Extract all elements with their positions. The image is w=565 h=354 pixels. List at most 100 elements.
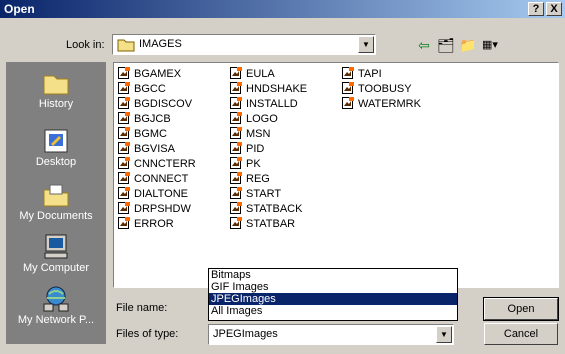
file-item[interactable]: BGDISCOV [118, 97, 196, 112]
files-of-type-label: Files of type: [116, 328, 179, 340]
file-item[interactable]: BGCC [118, 82, 196, 97]
file-name: REG [246, 173, 270, 185]
file-item[interactable]: STATBACK [230, 202, 307, 217]
places-my-documents[interactable]: My Documents [6, 180, 106, 222]
file-name: TAPI [358, 68, 382, 80]
image-file-icon [118, 217, 130, 229]
file-list[interactable]: BGAMEX BGCC BGDISCOV BGJCB BGMC BGVISA CNNCTER… [113, 62, 559, 288]
file-type-option[interactable]: All Images [209, 305, 457, 317]
file-name: BGDISCOV [134, 98, 193, 110]
up-folder-icon[interactable]: 🗂 [436, 35, 456, 55]
places-bar: History Desktop My Documents My Computer… [6, 62, 106, 344]
new-folder-icon[interactable]: 📁 [458, 35, 478, 55]
places-my-computer-label: My Computer [22, 262, 90, 274]
file-item[interactable]: INSTALLD [230, 97, 307, 112]
file-type-option[interactable]: GIF Images [209, 281, 457, 293]
close-button[interactable]: X [546, 2, 562, 16]
file-item[interactable]: START [230, 187, 307, 202]
look-in-label: Look in: [66, 39, 105, 51]
view-menu-icon[interactable]: ▦▾ [480, 35, 500, 55]
history-icon [43, 75, 69, 95]
cancel-button[interactable]: Cancel [484, 323, 558, 345]
file-item[interactable]: MSN [230, 127, 307, 142]
file-name: HNDSHAKE [246, 83, 308, 95]
file-item[interactable]: HNDSHAKE [230, 82, 307, 97]
file-name: BGJCB [134, 113, 171, 125]
image-file-icon [118, 97, 130, 109]
file-item[interactable]: BGMC [118, 127, 196, 142]
image-file-icon [230, 67, 242, 79]
places-desktop[interactable]: Desktop [6, 126, 106, 168]
file-item[interactable]: DRPSHDW [118, 202, 196, 217]
file-type-option[interactable]: JPEGImages [209, 293, 457, 305]
image-file-icon [230, 82, 242, 94]
file-name: STATBACK [246, 203, 303, 215]
help-button[interactable]: ? [528, 2, 544, 16]
file-name: BGVISA [134, 143, 175, 155]
image-file-icon [342, 82, 354, 94]
image-file-icon [342, 67, 354, 79]
file-item[interactable]: STATBAR [230, 217, 307, 232]
file-item[interactable]: EULA [230, 67, 307, 82]
open-dialog: Open ? X Look in: IMAGES ▼ ⇦ 🗂 📁 ▦▾ History… [0, 0, 565, 354]
image-file-icon [230, 127, 242, 139]
file-name: PK [246, 158, 261, 170]
file-item[interactable]: TAPI [342, 67, 421, 82]
image-file-icon [118, 112, 130, 124]
file-name: START [246, 188, 282, 200]
image-file-icon [230, 142, 242, 154]
back-icon[interactable]: ⇦ [414, 35, 434, 55]
look-in-dropdown-button[interactable]: ▼ [358, 36, 374, 53]
file-item[interactable]: PK [230, 157, 307, 172]
file-name: CNNCTERR [134, 158, 196, 170]
image-file-icon [118, 187, 130, 199]
title-bar[interactable]: Open ? X [0, 0, 565, 18]
look-in-value: IMAGES [139, 38, 182, 50]
image-file-icon [342, 97, 354, 109]
open-button[interactable]: Open [483, 297, 559, 321]
file-name: BGMC [134, 128, 167, 140]
file-type-option[interactable]: Bitmaps [209, 269, 457, 281]
places-my-computer[interactable]: My Computer [6, 232, 106, 274]
files-of-type-value: JPEGImages [213, 328, 278, 340]
file-item[interactable]: LOGO [230, 112, 307, 127]
places-desktop-label: Desktop [35, 156, 77, 168]
image-file-icon [118, 157, 130, 169]
file-item[interactable]: BGJCB [118, 112, 196, 127]
image-file-icon [118, 202, 130, 214]
places-history-label: History [38, 98, 74, 110]
file-item[interactable]: CONNECT [118, 172, 196, 187]
file-name: INSTALLD [246, 98, 298, 110]
places-my-network[interactable]: My Network P... [6, 284, 106, 326]
files-of-type-dropdown-button[interactable]: ▼ [436, 326, 452, 343]
image-file-icon [118, 172, 130, 184]
file-name: CONNECT [134, 173, 189, 185]
my-network-icon [43, 286, 69, 312]
file-name: PID [246, 143, 265, 155]
places-my-documents-label: My Documents [19, 210, 93, 222]
file-name: BGCC [134, 83, 166, 95]
file-name: TOOBUSY [358, 83, 412, 95]
file-item[interactable]: TOOBUSY [342, 82, 421, 97]
image-file-icon [230, 217, 242, 229]
desktop-icon [44, 129, 68, 153]
file-item[interactable]: CNNCTERR [118, 157, 196, 172]
file-item[interactable]: WATERMRK [342, 97, 421, 112]
places-my-network-label: My Network P... [17, 314, 95, 326]
places-history[interactable]: History [6, 68, 106, 110]
file-item[interactable]: PID [230, 142, 307, 157]
window-title: Open [4, 2, 35, 16]
look-in-combo[interactable]: IMAGES ▼ [112, 34, 376, 55]
file-name: DIALTONE [134, 188, 188, 200]
file-item[interactable]: ERROR [118, 217, 196, 232]
file-item[interactable]: DIALTONE [118, 187, 196, 202]
file-item[interactable]: BGVISA [118, 142, 196, 157]
file-item[interactable]: REG [230, 172, 307, 187]
image-file-icon [230, 112, 242, 124]
file-item[interactable]: BGAMEX [118, 67, 196, 82]
image-file-icon [230, 187, 242, 199]
file-name: WATERMRK [358, 98, 421, 110]
files-of-type-combo[interactable]: JPEGImages ▼ [208, 324, 454, 345]
folder-icon [117, 39, 135, 52]
file-name: STATBAR [246, 218, 296, 230]
